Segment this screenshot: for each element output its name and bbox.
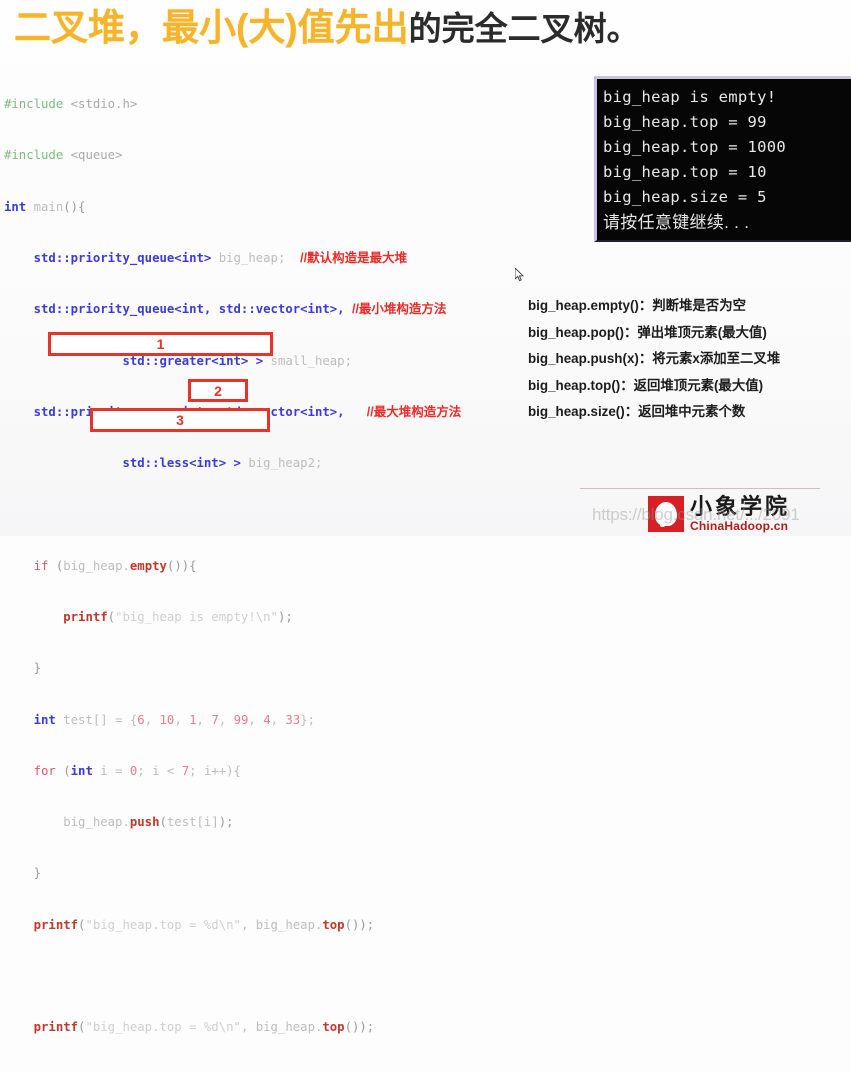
api-list-item: big_heap.size()：返回堆中元素个数: [528, 404, 746, 419]
code-line: }: [33, 866, 42, 881]
api-list-item: big_heap.empty()：判断堆是否为空: [528, 298, 746, 313]
slide-canvas: 二叉堆，最小(大)值先出的完全二叉树。 #include <stdio.h> #…: [0, 0, 851, 1072]
code-line: int test[] = {6, 10, 1, 7, 99, 4, 33};: [33, 712, 316, 727]
console-line: big_heap.top = 10: [603, 163, 767, 181]
blank-box-3[interactable]: 3: [90, 408, 270, 432]
page-title-rest: 的完全二叉树。: [408, 10, 640, 47]
code-line: int main(){: [4, 199, 86, 214]
code-comment: //默认构造是最大堆: [300, 251, 408, 266]
code-line: std::less<int> > big_heap2;: [122, 456, 323, 471]
code-line: printf("big_heap is empty!\n");: [63, 610, 293, 624]
api-reference-list: big_heap.empty()：判断堆是否为空 big_heap.pop()：…: [528, 293, 848, 426]
blank-box-2[interactable]: 2: [188, 379, 248, 402]
console-line: big_heap is empty!: [603, 88, 777, 106]
code-comment: //最小堆构造方法: [351, 302, 447, 317]
console-prompt: 请按任意键继续. . .: [603, 213, 750, 232]
code-line: for (int i = 0; i < 7; i++){: [33, 763, 241, 778]
code-line: std::priority_queue<int, std::vector<int…: [33, 302, 447, 317]
console-line: big_heap.top = 99: [603, 113, 767, 131]
code-line: #include <queue>: [4, 148, 123, 163]
code-line: #include <stdio.h>: [4, 97, 138, 112]
brand-name-cn: 小象学院: [690, 494, 791, 519]
code-line: printf("big_heap.top = %d\n", big_heap.t…: [33, 1020, 375, 1035]
code-comment: //最大堆构造方法: [366, 404, 462, 419]
console-line: big_heap.size = 5: [603, 188, 767, 206]
footer-divider: [580, 488, 820, 489]
console-output-window: big_heap is empty! big_heap.top = 99 big…: [594, 76, 851, 242]
code-line: printf("big_heap.top = %d\n", big_heap.t…: [33, 917, 375, 932]
blank-box-1[interactable]: 1: [48, 332, 273, 356]
console-line: big_heap.top = 1000: [603, 138, 787, 156]
brand-name-en: ChinaHadoop.cn: [690, 519, 789, 533]
brand-logo: 小象学院 ChinaHadoop.cn: [648, 496, 790, 532]
elephant-logo-icon: [648, 496, 684, 532]
mouse-cursor-icon: [515, 268, 525, 282]
code-line: }: [33, 661, 42, 676]
code-line: for (int i = 0; ; i++){: [4, 1071, 579, 1072]
code-line: if (big_heap.empty()){: [33, 558, 197, 573]
api-list-item: big_heap.top()：返回堆顶元素(最大值): [528, 377, 764, 393]
page-title-highlight: 二叉堆，最小(大)值先出: [14, 7, 409, 48]
code-block: #include <stdio.h> #include <queue> int …: [4, 62, 579, 1072]
api-list-item: big_heap.push(x)：将元素x添加至二叉堆: [528, 351, 781, 366]
code-line: std::priority_queue<int> big_heap; //默认构…: [33, 251, 408, 266]
code-line: big_heap.push(test[i]);: [63, 815, 234, 830]
api-list-item: big_heap.pop()：弹出堆顶元素(最大值): [528, 324, 767, 340]
page-title: 二叉堆，最小(大)值先出的完全二叉树。: [14, 4, 834, 54]
